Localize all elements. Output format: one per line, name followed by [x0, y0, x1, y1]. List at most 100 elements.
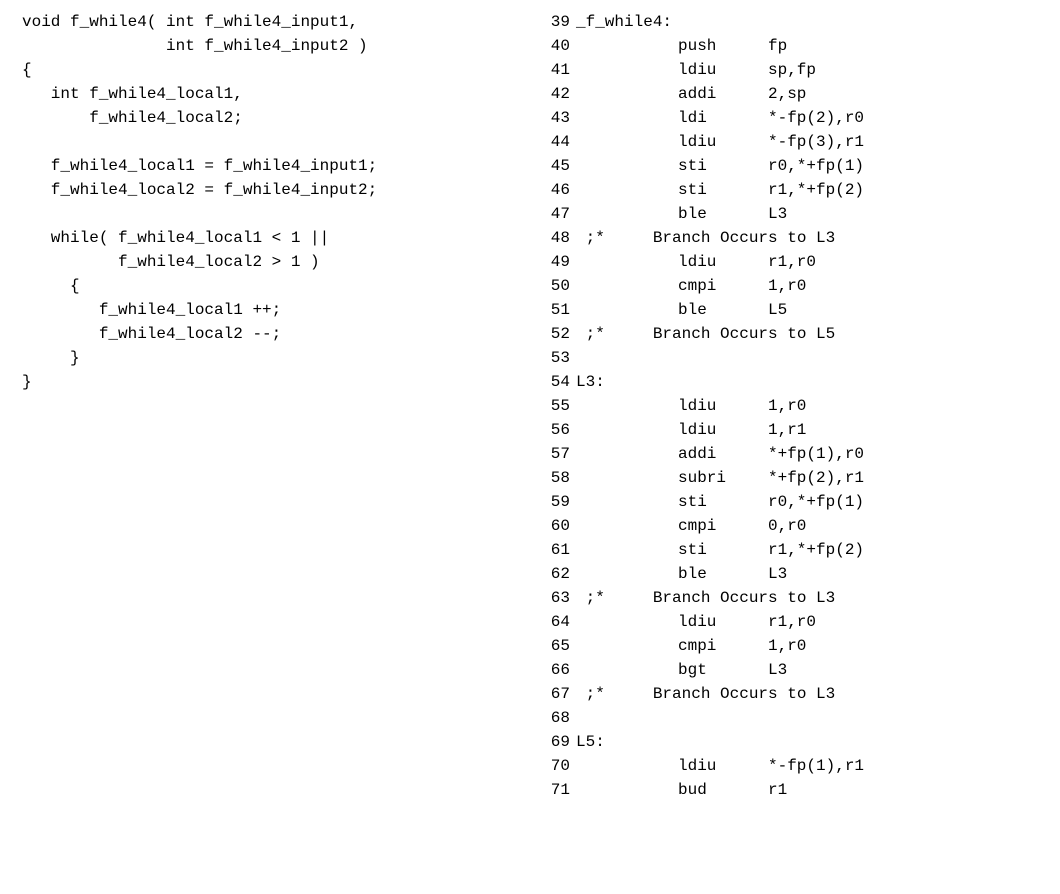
c-source-line: f_while4_local1 = f_while4_input1;	[22, 154, 532, 178]
asm-label	[576, 106, 678, 130]
asm-label: _f_while4:	[576, 10, 678, 34]
asm-line-number: 57	[540, 442, 570, 466]
asm-label	[576, 634, 678, 658]
asm-line-number: 51	[540, 298, 570, 322]
asm-line: 60 cmpi0,r0	[540, 514, 1048, 538]
asm-opcode: ldiu	[678, 610, 768, 634]
asm-args: 1,r0	[768, 274, 1048, 298]
asm-args: r1,*+fp(2)	[768, 178, 1048, 202]
asm-line-number: 61	[540, 538, 570, 562]
asm-line-number: 54	[540, 370, 570, 394]
asm-line: 49 ldiur1,r0	[540, 250, 1048, 274]
asm-args: r0,*+fp(1)	[768, 490, 1048, 514]
asm-opcode: sti	[678, 178, 768, 202]
asm-label	[576, 202, 678, 226]
asm-label	[576, 394, 678, 418]
asm-comment: ;* Branch Occurs to L5	[576, 322, 1048, 346]
asm-label	[576, 346, 678, 370]
asm-line: 67 ;* Branch Occurs to L3	[540, 682, 1048, 706]
assembly-column: 39 _f_while4:40 pushfp41 ldiu sp,fp42 add…	[532, 10, 1048, 884]
asm-label	[576, 706, 678, 730]
c-source-line: int f_while4_local1,	[22, 82, 532, 106]
asm-line: 71 budr1	[540, 778, 1048, 802]
asm-opcode: push	[678, 34, 768, 58]
asm-args	[768, 346, 1048, 370]
asm-label	[576, 274, 678, 298]
asm-label	[576, 466, 678, 490]
asm-line-number: 49	[540, 250, 570, 274]
asm-label	[576, 34, 678, 58]
asm-label	[576, 82, 678, 106]
asm-line: 53	[540, 346, 1048, 370]
asm-opcode: addi	[678, 82, 768, 106]
asm-line-number: 64	[540, 610, 570, 634]
asm-opcode: ble	[678, 298, 768, 322]
asm-args: r1,*+fp(2)	[768, 538, 1048, 562]
asm-label	[576, 298, 678, 322]
asm-line: 40 pushfp	[540, 34, 1048, 58]
asm-args: 0,r0	[768, 514, 1048, 538]
asm-opcode: ldiu	[678, 754, 768, 778]
asm-line-number: 62	[540, 562, 570, 586]
asm-args: 1,r1	[768, 418, 1048, 442]
c-source-line	[22, 130, 532, 154]
asm-line-number: 44	[540, 130, 570, 154]
c-source-line: void f_while4( int f_while4_input1,	[22, 10, 532, 34]
asm-line-number: 59	[540, 490, 570, 514]
asm-line: 59 stir0,*+fp(1)	[540, 490, 1048, 514]
asm-args: *+fp(1),r0	[768, 442, 1048, 466]
asm-opcode: cmpi	[678, 634, 768, 658]
c-source-line: int f_while4_input2 )	[22, 34, 532, 58]
asm-line-number: 68	[540, 706, 570, 730]
asm-comment: ;* Branch Occurs to L3	[576, 226, 1048, 250]
asm-label	[576, 658, 678, 682]
asm-label	[576, 418, 678, 442]
asm-line: 47 bleL3	[540, 202, 1048, 226]
asm-label	[576, 154, 678, 178]
asm-line-number: 41	[540, 58, 570, 82]
asm-args: L5	[768, 298, 1048, 322]
asm-args: L3	[768, 202, 1048, 226]
c-source-line: {	[22, 274, 532, 298]
asm-line-number: 69	[540, 730, 570, 754]
asm-label	[576, 754, 678, 778]
asm-args: *-fp(3),r1	[768, 130, 1048, 154]
asm-opcode: ldiu	[678, 418, 768, 442]
asm-line: 58 subri*+fp(2),r1	[540, 466, 1048, 490]
asm-opcode: sti	[678, 490, 768, 514]
asm-line: 68	[540, 706, 1048, 730]
asm-line: 63 ;* Branch Occurs to L3	[540, 586, 1048, 610]
asm-args: r1,r0	[768, 250, 1048, 274]
asm-args: sp,fp	[768, 58, 1048, 82]
c-source-line: {	[22, 58, 532, 82]
asm-line-number: 67	[540, 682, 570, 706]
asm-line: 62 bleL3	[540, 562, 1048, 586]
c-source-column: void f_while4( int f_while4_input1, int …	[12, 10, 532, 884]
asm-line-number: 55	[540, 394, 570, 418]
asm-line: 42 addi2,sp	[540, 82, 1048, 106]
asm-line-number: 53	[540, 346, 570, 370]
asm-line: 43 ldi*-fp(2),r0	[540, 106, 1048, 130]
asm-line: 69 L5:	[540, 730, 1048, 754]
asm-line: 45 stir0,*+fp(1)	[540, 154, 1048, 178]
asm-opcode: addi	[678, 442, 768, 466]
asm-line-number: 45	[540, 154, 570, 178]
asm-label	[576, 562, 678, 586]
asm-line: 46 stir1,*+fp(2)	[540, 178, 1048, 202]
asm-label: L3:	[576, 370, 678, 394]
asm-line-number: 71	[540, 778, 570, 802]
asm-args	[768, 10, 1048, 34]
asm-opcode: cmpi	[678, 514, 768, 538]
asm-opcode: ldiu	[678, 394, 768, 418]
asm-line-number: 66	[540, 658, 570, 682]
asm-line-number: 48	[540, 226, 570, 250]
c-source-line: f_while4_local2 --;	[22, 322, 532, 346]
asm-label	[576, 442, 678, 466]
asm-line: 39 _f_while4:	[540, 10, 1048, 34]
c-source-line: f_while4_local1 ++;	[22, 298, 532, 322]
asm-line: 51 bleL5	[540, 298, 1048, 322]
asm-opcode	[678, 346, 768, 370]
asm-line-number: 46	[540, 178, 570, 202]
asm-label	[576, 778, 678, 802]
asm-opcode: ldi	[678, 106, 768, 130]
